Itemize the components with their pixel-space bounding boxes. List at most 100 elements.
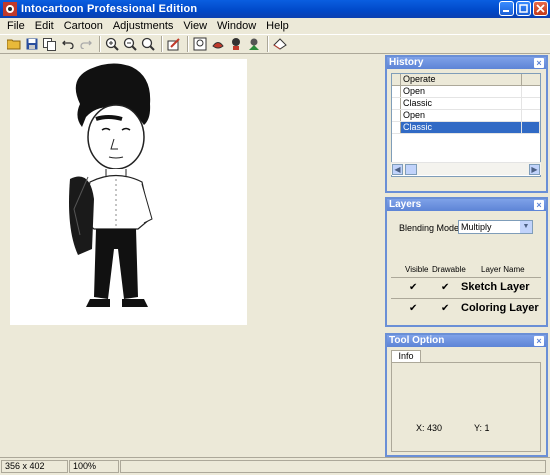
layer-name: Sketch Layer <box>461 281 530 293</box>
history-row-label: Classic <box>401 98 522 109</box>
effect-icon <box>249 38 259 50</box>
close-button[interactable] <box>533 1 548 16</box>
maximize-icon <box>519 4 528 13</box>
row-extra <box>522 86 540 97</box>
tool-option-panel: Tool Option × Info X: 430 Y: 1 <box>385 333 548 457</box>
zoom-out-icon <box>123 37 137 51</box>
redo-button[interactable] <box>78 36 94 52</box>
history-close-icon[interactable]: × <box>534 58 544 68</box>
effect-button[interactable] <box>246 36 262 52</box>
y-coordinate: Y: 1 <box>474 423 490 433</box>
caricature-button[interactable] <box>228 36 244 52</box>
menu-bar: File Edit Cartoon Adjustments View Windo… <box>0 18 550 34</box>
classic-button[interactable] <box>192 36 208 52</box>
tab-info[interactable]: Info <box>391 350 421 362</box>
menu-file[interactable]: File <box>2 18 30 34</box>
menu-adjustments[interactable]: Adjustments <box>108 18 179 34</box>
layers-title-bar: Layers × <box>387 199 546 211</box>
scroll-left-icon[interactable]: ◀ <box>392 163 403 175</box>
visible-checkbox[interactable]: ✔ <box>409 283 419 293</box>
tool-option-title: Tool Option <box>389 335 445 346</box>
info-tab-body: X: 430 Y: 1 <box>391 362 541 452</box>
history-scrollbar[interactable]: ◀ ▶ <box>391 162 541 175</box>
status-message <box>120 460 546 473</box>
row-extra <box>522 110 540 121</box>
edit-image-icon <box>167 38 180 51</box>
eraser-button[interactable] <box>272 36 288 52</box>
blending-mode-select[interactable]: Multiply ▼ <box>458 220 533 234</box>
cartoon-icon <box>212 42 224 49</box>
scroll-thumb[interactable] <box>405 163 417 175</box>
layer-table-header: Visible Drawable Layer Name <box>391 265 541 275</box>
tool-option-close-icon[interactable]: × <box>534 336 544 346</box>
open-button[interactable] <box>6 36 22 52</box>
menu-window[interactable]: Window <box>212 18 261 34</box>
history-row[interactable]: Classic <box>392 98 540 110</box>
history-title-bar: History × <box>387 57 546 69</box>
toolbar-separator <box>187 36 189 52</box>
layers-panel: Layers × Blending Mode: Multiply ▼ Visib… <box>385 197 548 327</box>
x-coordinate: X: 430 <box>416 423 443 433</box>
layers-close-icon[interactable]: × <box>534 200 544 210</box>
open-folder-icon <box>7 39 21 50</box>
maximize-button[interactable] <box>516 1 531 16</box>
history-row-selected[interactable]: Classic <box>392 122 540 134</box>
menu-help[interactable]: Help <box>261 18 294 34</box>
layer-row-coloring[interactable]: ✔ ✔ Coloring Layer <box>391 298 541 318</box>
zoom-in-icon <box>105 37 119 51</box>
layer-row-sketch[interactable]: ✔ ✔ Sketch Layer <box>391 277 541 297</box>
history-row-label: Classic <box>401 122 522 133</box>
minimize-icon <box>503 10 509 12</box>
row-gutter <box>392 98 401 109</box>
visible-header: Visible <box>405 265 429 274</box>
layers-title: Layers <box>389 199 422 210</box>
zoom-out-button[interactable] <box>122 36 138 52</box>
history-row-label: Open <box>401 86 522 97</box>
save-icon <box>26 38 38 50</box>
zoom-fit-button[interactable] <box>140 36 156 52</box>
toolbar-separator <box>99 36 101 52</box>
column-extra <box>522 74 540 85</box>
history-row[interactable]: Open <box>392 86 540 98</box>
layer-name-header: Layer Name <box>481 265 525 274</box>
drawable-checkbox[interactable]: ✔ <box>441 304 451 314</box>
copy-icon <box>43 37 56 51</box>
zoom-fit-icon <box>141 37 155 51</box>
tool-option-title-bar: Tool Option × <box>387 335 546 347</box>
history-row[interactable]: Open <box>392 110 540 122</box>
history-header: Operate <box>392 74 540 86</box>
toolbar-separator <box>161 36 163 52</box>
row-gutter <box>392 86 401 97</box>
undo-button[interactable] <box>60 36 76 52</box>
row-gutter <box>392 110 401 121</box>
redo-icon <box>80 40 92 49</box>
row-gutter <box>392 122 401 133</box>
minimize-button[interactable] <box>499 1 514 16</box>
classic-icon <box>193 37 207 51</box>
drawable-checkbox[interactable]: ✔ <box>441 283 451 293</box>
row-extra <box>522 122 540 133</box>
image-size-status: 356 x 402 <box>1 460 68 473</box>
image-canvas[interactable] <box>10 59 247 325</box>
toolbar-separator <box>267 36 269 52</box>
history-row-label: Open <box>401 110 522 121</box>
visible-checkbox[interactable]: ✔ <box>409 304 419 314</box>
save-button[interactable] <box>24 36 40 52</box>
toolbar <box>0 34 550 54</box>
menu-view[interactable]: View <box>178 18 212 34</box>
zoom-in-button[interactable] <box>104 36 120 52</box>
close-icon <box>536 4 545 13</box>
menu-cartoon[interactable]: Cartoon <box>59 18 108 34</box>
cartoon-button[interactable] <box>210 36 226 52</box>
blending-mode-label: Blending Mode: <box>399 223 462 233</box>
copy-button[interactable] <box>42 36 58 52</box>
history-title: History <box>389 57 424 68</box>
column-operate[interactable]: Operate <box>401 74 522 85</box>
caricature-icon <box>232 38 240 50</box>
edit-image-button[interactable] <box>166 36 182 52</box>
chevron-down-icon[interactable]: ▼ <box>520 221 532 233</box>
scroll-right-icon[interactable]: ▶ <box>529 163 540 175</box>
status-bar: 356 x 402 100% <box>0 457 550 475</box>
zoom-status: 100% <box>69 460 119 473</box>
menu-edit[interactable]: Edit <box>30 18 59 34</box>
